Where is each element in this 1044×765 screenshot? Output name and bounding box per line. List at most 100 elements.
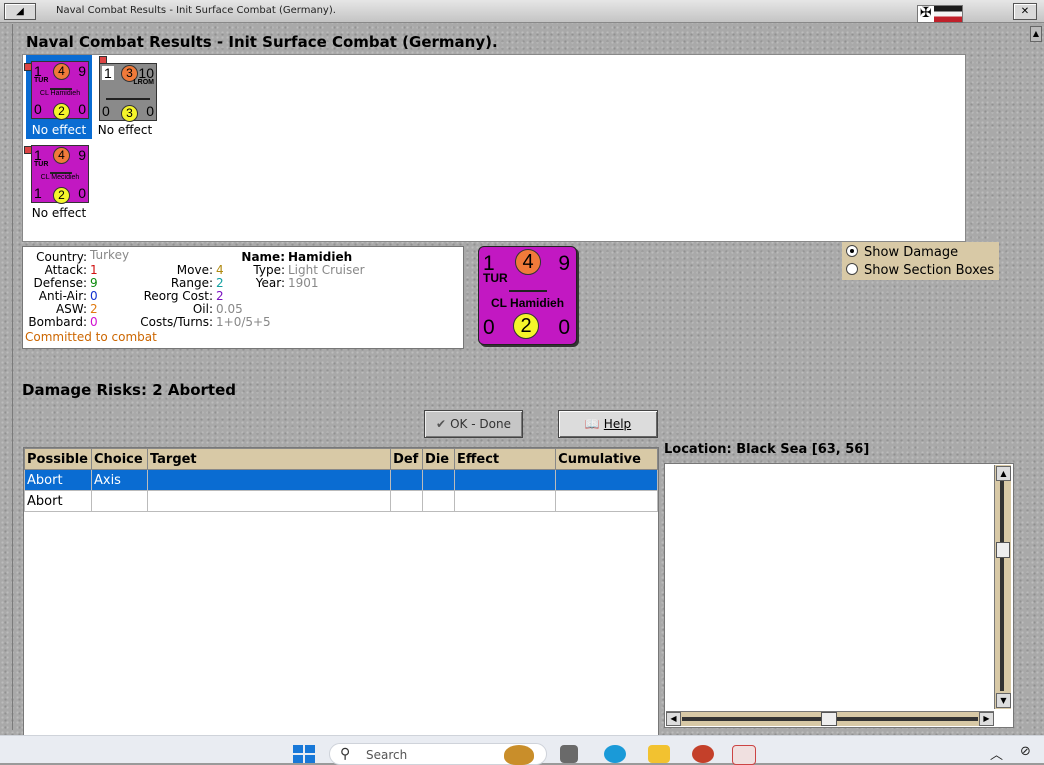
ok-done-label: OK - Done xyxy=(450,417,511,431)
counter-nation: TUR xyxy=(34,161,49,168)
cell-die xyxy=(422,490,455,512)
show-damage-label: Show Damage xyxy=(864,245,959,260)
cell-choice: Axis xyxy=(90,469,148,491)
combat-units-panel: 1 4 9 TUR CL Hamidieh 0 2 0 No effect 1 … xyxy=(22,54,966,242)
ship-silhouette-icon xyxy=(106,94,150,100)
unit-counter-enemy[interactable]: 1 3 10 LROM 0 3 0 xyxy=(99,63,157,122)
info-label: Year: xyxy=(255,276,285,290)
counter-value: 0 xyxy=(558,316,570,339)
column-header-cumulative[interactable]: Cumulative xyxy=(555,448,658,470)
info-label: Reorg Cost: xyxy=(143,289,213,303)
cell-effect xyxy=(453,469,557,491)
scroll-left-icon[interactable]: ◀ xyxy=(666,712,681,726)
snipping-tool-icon[interactable] xyxy=(732,745,756,765)
counter-value: 4 xyxy=(53,147,70,164)
info-bombard: 0 xyxy=(90,315,98,329)
column-header-target[interactable]: Target xyxy=(146,448,392,470)
cell-die xyxy=(422,469,455,491)
info-country: Turkey xyxy=(90,248,130,262)
counter-value: 1 xyxy=(34,185,42,201)
counter-value: 1 xyxy=(34,63,42,79)
windows-start-icon[interactable] xyxy=(293,745,315,763)
counter-value: 2 xyxy=(513,313,539,339)
counter-nation: TUR xyxy=(483,271,508,285)
search-icon: ⚲ xyxy=(340,746,351,762)
counter-value: 0 xyxy=(102,103,110,119)
radio-selected-icon[interactable] xyxy=(846,245,858,257)
column-header-choice[interactable]: Choice xyxy=(90,448,148,470)
info-label: Type: xyxy=(253,263,285,277)
close-button[interactable]: ✕ xyxy=(1013,3,1037,20)
game-app-icon[interactable] xyxy=(692,745,714,763)
table-row[interactable]: Abort xyxy=(24,490,658,512)
info-antiair: 0 xyxy=(90,289,98,303)
cell-choice xyxy=(90,490,148,512)
unit-info-panel: Country: Turkey Attack: 1 Defense: 9 Ant… xyxy=(22,246,464,349)
info-label: Costs/Turns: xyxy=(140,315,213,329)
show-damage-option[interactable]: Show Damage xyxy=(846,245,958,260)
ok-done-button[interactable]: ✔ OK - Done xyxy=(424,410,523,438)
task-view-icon[interactable] xyxy=(560,745,578,763)
taskbar: ⚲ Search ︿ ⊘ xyxy=(0,735,1044,765)
info-reorg: 2 xyxy=(216,289,224,303)
system-menu-button[interactable]: ◢ xyxy=(4,3,36,20)
scroll-right-icon[interactable]: ▶ xyxy=(979,712,994,726)
counter-value: 10 xyxy=(138,65,154,81)
counter-value: 0 xyxy=(78,101,86,117)
column-header-effect[interactable]: Effect xyxy=(453,448,557,470)
display-options: Show Damage Show Section Boxes xyxy=(842,242,999,280)
cell-possible: Abort xyxy=(24,469,92,491)
location-vertical-scrollbar[interactable]: ▲ ▼ xyxy=(994,465,1011,709)
page-title: Naval Combat Results - Init Surface Comb… xyxy=(26,33,498,51)
scroll-down-icon[interactable]: ▼ xyxy=(996,693,1011,708)
checkmark-icon: ✔ xyxy=(436,417,447,431)
unit-result: No effect xyxy=(31,206,87,220)
chevron-up-icon[interactable]: ︿ xyxy=(990,744,1003,763)
counter-ship-name: CL Mecidieh xyxy=(40,174,80,181)
radio-unselected-icon[interactable] xyxy=(846,263,858,275)
file-explorer-icon[interactable] xyxy=(648,745,670,763)
info-label: Bombard: xyxy=(28,315,87,329)
table-header: Possible Choice Target Def Die Effect Cu… xyxy=(24,448,658,470)
scroll-up-icon[interactable]: ▲ xyxy=(996,466,1011,481)
table-row[interactable]: Abort Axis xyxy=(24,469,658,491)
counter-value: 0 xyxy=(34,101,42,117)
column-header-possible[interactable]: Possible xyxy=(24,448,92,470)
info-label: Country: xyxy=(36,250,87,264)
title-bar: ◢ Naval Combat Results - Init Surface Co… xyxy=(0,0,1044,23)
show-section-boxes-option[interactable]: Show Section Boxes xyxy=(846,263,994,278)
location-text-area[interactable] xyxy=(664,463,1014,728)
scroll-thumb[interactable] xyxy=(996,542,1010,558)
unit-counter-hamidieh[interactable]: 1 4 9 TUR CL Hamidieh 0 2 0 xyxy=(31,61,89,120)
cell-effect xyxy=(453,490,557,512)
unit-status: Committed to combat xyxy=(25,330,157,344)
cell-target xyxy=(146,469,392,491)
scroll-up-arrow-icon[interactable]: ▲ xyxy=(1030,26,1042,42)
unit-counter-mecidieh[interactable]: 1 4 9 TUR CL Mecidieh 1 2 0 xyxy=(31,145,89,204)
help-button[interactable]: 📖 Help xyxy=(558,410,658,438)
counter-value: 2 xyxy=(53,103,70,120)
lion-icon xyxy=(504,745,534,765)
cell-possible: Abort xyxy=(24,490,92,512)
counter-ship-name: CL Hamidieh xyxy=(39,90,81,97)
cell-cumulative xyxy=(555,490,658,512)
info-asw: 2 xyxy=(90,302,98,316)
counter-value: 0 xyxy=(146,103,154,119)
counter-value: 3 xyxy=(121,105,138,122)
column-header-def[interactable]: Def xyxy=(390,448,424,470)
cell-def xyxy=(390,469,424,491)
location-horizontal-scrollbar[interactable]: ◀ ▶ xyxy=(666,711,994,726)
info-defense: 9 xyxy=(90,276,98,290)
info-label: Anti-Air: xyxy=(38,289,87,303)
counter-value: 2 xyxy=(53,187,70,204)
edge-browser-icon[interactable] xyxy=(604,745,626,763)
network-icon[interactable]: ⊘ xyxy=(1020,744,1031,759)
counter-value: 0 xyxy=(483,316,495,339)
info-oil: 0.05 xyxy=(216,302,243,316)
counter-value: 1 xyxy=(102,65,114,81)
damage-choices-table: Possible Choice Target Def Die Effect Cu… xyxy=(23,447,659,737)
info-type: Light Cruiser xyxy=(288,263,365,277)
scroll-thumb[interactable] xyxy=(821,712,837,726)
unit-result: No effect xyxy=(31,123,87,137)
column-header-die[interactable]: Die xyxy=(422,448,455,470)
